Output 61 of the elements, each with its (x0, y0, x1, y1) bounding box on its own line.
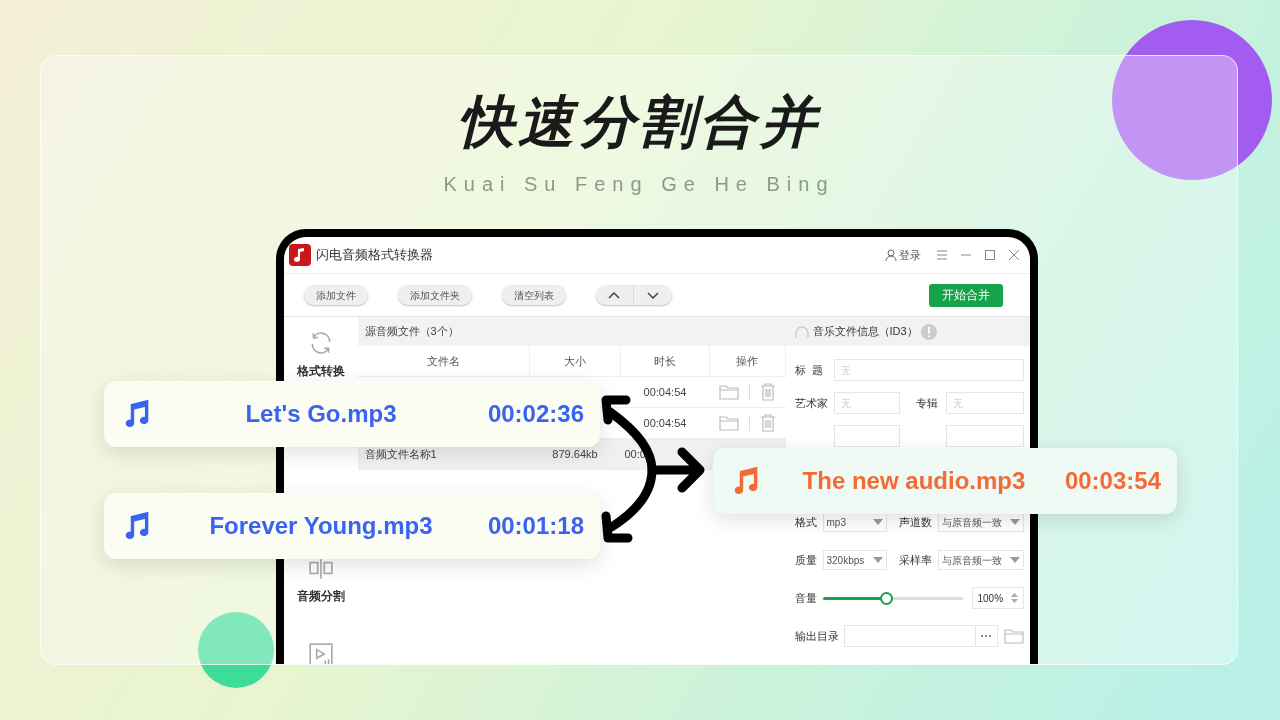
chevron-down-icon (646, 291, 659, 299)
file-name: Let's Go.mp3 (244, 399, 398, 429)
column-header: 操作 (736, 353, 758, 369)
text-field[interactable] (945, 425, 1024, 447)
info-icon[interactable] (920, 323, 937, 340)
trash-icon[interactable] (760, 414, 776, 432)
user-icon (884, 249, 897, 261)
app-logo-icon (288, 244, 311, 266)
dropdown-caret-icon (872, 557, 883, 563)
field-label: 专辑 (915, 395, 939, 411)
duration: 00:03:54 (1064, 466, 1161, 496)
duration-cell-text: 00:04:54 (643, 415, 687, 431)
dropdown[interactable]: 320kbps (822, 550, 887, 570)
file-name: Forever Young.mp3 (208, 511, 434, 541)
field-label: 艺术家 (794, 395, 829, 411)
sidebar-item-label[interactable]: 音频分割 (296, 586, 345, 605)
setting-label: 输出目录 (794, 628, 840, 644)
folder-icon[interactable] (719, 384, 739, 400)
dropdown[interactable]: 与原音频一致 (937, 550, 1024, 570)
column-header: 大小 (563, 353, 586, 369)
dropdown-caret-icon (1009, 519, 1020, 525)
setting-label: 采样率 (898, 552, 933, 568)
output-folder-field[interactable] (843, 625, 998, 647)
file-name: The new audio.mp3 (801, 466, 1027, 496)
duration: 00:02:36 (487, 399, 584, 429)
volume-spin-field[interactable]: 100% (971, 587, 1024, 609)
headphones-icon (793, 323, 810, 340)
dropdown-caret-icon (1009, 557, 1020, 563)
text-field[interactable] (833, 425, 900, 447)
headline-title: 快速分割合并 (457, 89, 821, 155)
folder-icon[interactable] (1003, 628, 1024, 644)
trash-icon[interactable] (760, 383, 776, 401)
menu-icon[interactable] (936, 250, 947, 260)
sidebar-item-label[interactable]: 格式转换 (296, 361, 345, 380)
info-title: 音乐文件信息（ID3） (812, 324, 918, 340)
video-icon (307, 641, 334, 664)
setting-label: 质量 (794, 552, 818, 568)
duration: 00:01:18 (487, 511, 584, 541)
chevron-up-icon (608, 291, 620, 299)
setting-label: 格式 (794, 514, 818, 530)
field-label: 标 题 (794, 362, 824, 378)
maximize-icon[interactable] (984, 250, 995, 260)
dropdown-caret-icon (872, 519, 883, 525)
toolbar-button[interactable]: 清空列表 (501, 285, 566, 305)
column-header: 文件名 (426, 353, 460, 369)
setting-label: 音量 (794, 590, 818, 606)
login-button[interactable]: 登录 (884, 246, 921, 264)
column-header: 时长 (653, 353, 676, 369)
setting-label: 声道数 (898, 514, 933, 530)
list-title: 源音频文件（3个） (364, 324, 459, 340)
headline-subtitle: Kuai Su Feng Ge He Bing (443, 172, 835, 197)
volume-slider-thumb[interactable] (879, 591, 893, 605)
toolbar-button[interactable]: 添加文件夹 (397, 285, 472, 305)
folder-icon[interactable] (719, 415, 739, 431)
file-size-cell-text: 879.64kb (552, 446, 598, 462)
window-title: 闪电音频格式转换器 (315, 246, 433, 265)
file-name-cell-text: 音频文件名称1 (364, 446, 437, 462)
spinner-arrows-icon (1010, 593, 1018, 603)
close-icon[interactable] (1008, 250, 1019, 260)
duration-cell-text: 00:04:54 (643, 384, 687, 400)
toolbar-button[interactable]: 添加文件 (303, 285, 368, 305)
